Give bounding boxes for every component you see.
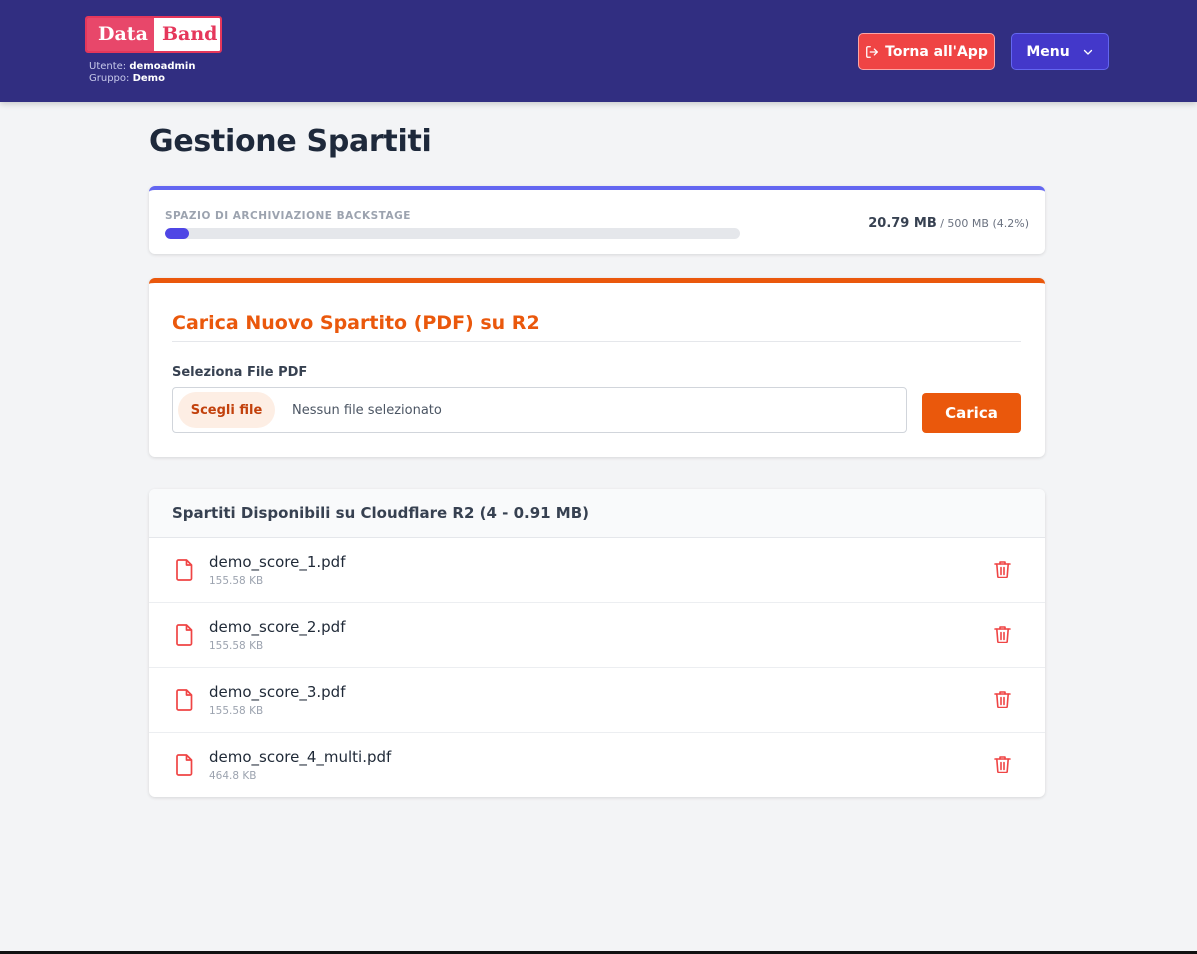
file-name[interactable]: demo_score_4_multi.pdf: [209, 748, 391, 766]
top-navbar: Data Band Utente: demoadmin Gruppo: Demo…: [0, 0, 1197, 102]
back-to-app-button[interactable]: Torna all'App: [858, 33, 995, 70]
choose-file-button[interactable]: Scegli file: [178, 392, 275, 428]
list-item: demo_score_3.pdf 155.58 KB: [149, 668, 1045, 733]
file-size: 464.8 KB: [209, 770, 257, 782]
list-item: demo_score_1.pdf 155.58 KB: [149, 538, 1045, 603]
storage-progress-fill: [165, 228, 190, 239]
upload-title: Carica Nuovo Spartito (PDF) su R2: [172, 312, 540, 334]
upload-button[interactable]: Carica: [922, 393, 1021, 433]
trash-icon[interactable]: [994, 560, 1011, 578]
list-item: demo_score_4_multi.pdf 464.8 KB: [149, 733, 1045, 797]
logo-part-data: Data: [87, 18, 154, 51]
file-size: 155.58 KB: [209, 575, 264, 587]
divider: [172, 341, 1021, 342]
group-value: Demo: [132, 73, 165, 84]
storage-used: 20.79 MB: [868, 216, 937, 231]
app-logo[interactable]: Data Band: [85, 16, 222, 53]
page-title: Gestione Spartiti: [149, 124, 432, 159]
file-name[interactable]: demo_score_2.pdf: [209, 618, 345, 636]
trash-icon[interactable]: [994, 625, 1011, 643]
list-item: demo_score_2.pdf 155.58 KB: [149, 603, 1045, 668]
menu-button[interactable]: Menu: [1011, 33, 1109, 70]
menu-label: Menu: [1026, 43, 1070, 60]
group-label: Gruppo:: [89, 73, 130, 84]
file-pdf-icon: [176, 754, 193, 776]
scores-list: demo_score_1.pdf 155.58 KB demo_score_2.…: [149, 538, 1045, 797]
back-to-app-label: Torna all'App: [885, 43, 988, 60]
file-pdf-icon: [176, 689, 193, 711]
file-name[interactable]: demo_score_1.pdf: [209, 553, 345, 571]
user-label: Utente:: [89, 61, 127, 72]
user-value: demoadmin: [129, 61, 196, 72]
storage-usage: 20.79 MB / 500 MB (4.2%): [868, 216, 1029, 231]
upload-card: Carica Nuovo Spartito (PDF) su R2 Selezi…: [149, 278, 1045, 457]
file-field-label: Seleziona File PDF: [172, 365, 308, 380]
file-size: 155.58 KB: [209, 705, 264, 717]
file-size: 155.58 KB: [209, 640, 264, 652]
user-line: Utente: demoadmin: [89, 61, 195, 73]
storage-label: SPAZIO DI ARCHIVIAZIONE BACKSTAGE: [165, 210, 411, 222]
trash-icon[interactable]: [994, 755, 1011, 773]
user-info: Utente: demoadmin Gruppo: Demo: [89, 61, 195, 85]
storage-card: SPAZIO DI ARCHIVIAZIONE BACKSTAGE 20.79 …: [149, 186, 1045, 254]
storage-total: / 500 MB (4.2%): [940, 217, 1029, 230]
no-file-text: Nessun file selezionato: [292, 402, 442, 418]
file-name[interactable]: demo_score_3.pdf: [209, 683, 345, 701]
scores-list-title: Spartiti Disponibili su Cloudflare R2 (4…: [149, 489, 1045, 538]
file-pdf-icon: [176, 559, 193, 581]
storage-progress-bar: [165, 228, 740, 239]
logo-part-band: Band: [154, 18, 220, 51]
trash-icon[interactable]: [994, 690, 1011, 708]
sign-out-icon: [866, 45, 879, 58]
scores-list-card: Spartiti Disponibili su Cloudflare R2 (4…: [149, 489, 1045, 797]
file-pdf-icon: [176, 624, 193, 646]
chevron-down-icon: [1083, 49, 1092, 55]
group-line: Gruppo: Demo: [89, 73, 195, 85]
pdf-file-input[interactable]: Scegli file Nessun file selezionato: [172, 387, 907, 433]
